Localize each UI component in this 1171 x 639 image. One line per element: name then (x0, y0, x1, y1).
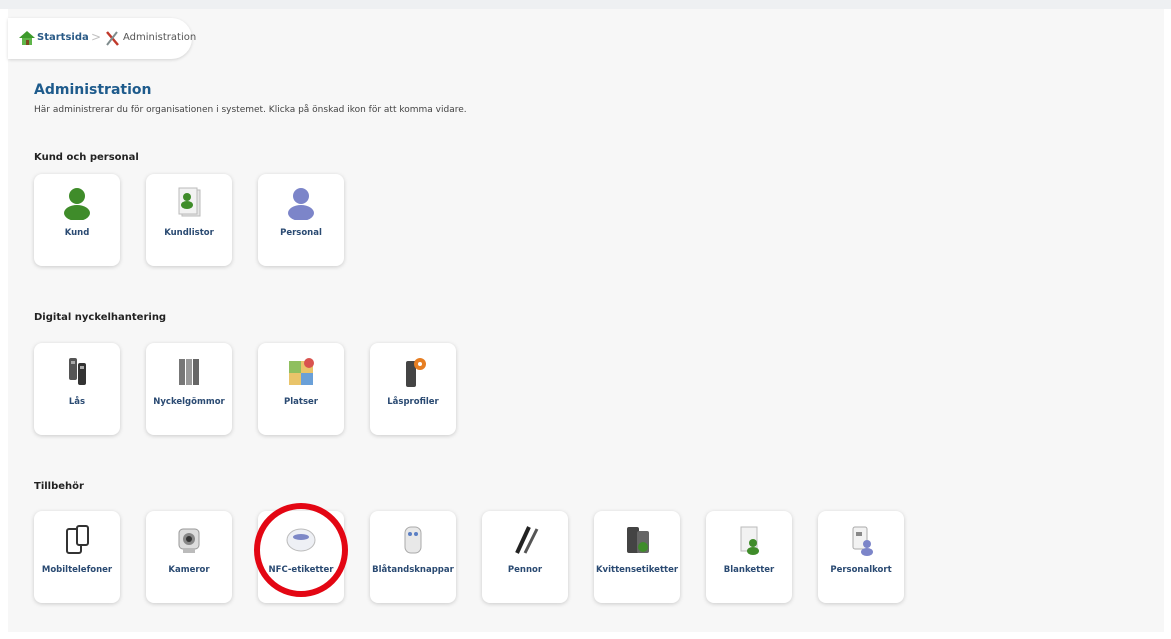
tile-blanketter[interactable]: Blanketter (706, 511, 792, 603)
tile-personal[interactable]: Personal (258, 174, 344, 266)
home-icon[interactable] (19, 31, 35, 45)
key-safe-icon (179, 359, 199, 385)
tile-label: Kund (64, 228, 90, 238)
tile-label: Lås (68, 397, 86, 407)
map-places-icon (289, 358, 314, 385)
customer-list-icon (178, 187, 201, 217)
tile-platser[interactable]: Platser (258, 343, 344, 435)
section-title-digital-nyckelhantering: Digital nyckelhantering (34, 312, 167, 323)
camera-icon (178, 528, 200, 553)
tile-kameror[interactable]: Kameror (146, 511, 232, 603)
staff-card-icon (852, 526, 873, 556)
person-blue-icon (288, 188, 314, 220)
page-title: Administration (34, 82, 152, 98)
tile-kundlistor[interactable]: Kundlistor (146, 174, 232, 266)
page-description: Här administrerar du för organisationen … (34, 105, 467, 115)
breadcrumb-home-link[interactable]: Startsida (37, 32, 89, 43)
tile-label: Kundlistor (164, 228, 214, 238)
section-title-kund-och-personal: Kund och personal (34, 152, 139, 163)
tile-las[interactable]: Lås (34, 343, 120, 435)
tile-blatandsknappar[interactable]: Blåtandsknappar (370, 511, 456, 603)
tile-label: Blåtandsknappar (372, 565, 454, 575)
tile-label: NFC-etiketter (268, 565, 334, 575)
tile-label: Låsprofiler (387, 397, 439, 407)
breadcrumb: Startsida > Administration (8, 18, 196, 59)
tile-lasprofiler[interactable]: Låsprofiler (370, 343, 456, 435)
section-title-tillbehor: Tillbehör (34, 481, 84, 492)
tile-label: Kameror (168, 565, 210, 575)
lock-profile-icon (406, 358, 426, 387)
tile-mobiltelefoner[interactable]: Mobiltelefoner (34, 511, 120, 603)
main-content: Startsida > Administration Administratio… (8, 9, 1164, 632)
lock-devices-icon (69, 358, 86, 385)
tile-label: Nyckelgömmor (153, 397, 225, 407)
breadcrumb-separator: > (91, 30, 102, 44)
person-green-icon (64, 188, 90, 220)
tools-icon (106, 31, 119, 46)
tile-label: Blanketter (723, 565, 775, 575)
tile-nfc-etiketter[interactable]: NFC-etiketter (258, 511, 344, 603)
tile-label: Personalkort (830, 565, 892, 575)
tile-kvittensetiketter[interactable]: Kvittensetiketter (594, 511, 680, 603)
tile-personalkort[interactable]: Personalkort (818, 511, 904, 603)
tile-label: Pennor (507, 565, 543, 575)
nfc-tag-icon (286, 528, 316, 552)
tile-kund[interactable]: Kund (34, 174, 120, 266)
tile-pennor[interactable]: Pennor (482, 511, 568, 603)
tile-label: Personal (280, 228, 322, 238)
tile-nyckelgommor[interactable]: Nyckelgömmor (146, 343, 232, 435)
forms-icon (740, 526, 759, 555)
tile-label: Mobiltelefoner (41, 565, 113, 575)
mobile-phone-icon (66, 525, 89, 554)
tile-label: Kvittensetiketter (595, 565, 679, 575)
top-bar (0, 0, 1171, 9)
pens-icon (515, 526, 539, 554)
tile-label: Platser (284, 397, 318, 407)
receipt-label-icon (627, 527, 649, 553)
breadcrumb-current: Administration (123, 32, 197, 43)
bluetooth-button-icon (404, 526, 422, 554)
